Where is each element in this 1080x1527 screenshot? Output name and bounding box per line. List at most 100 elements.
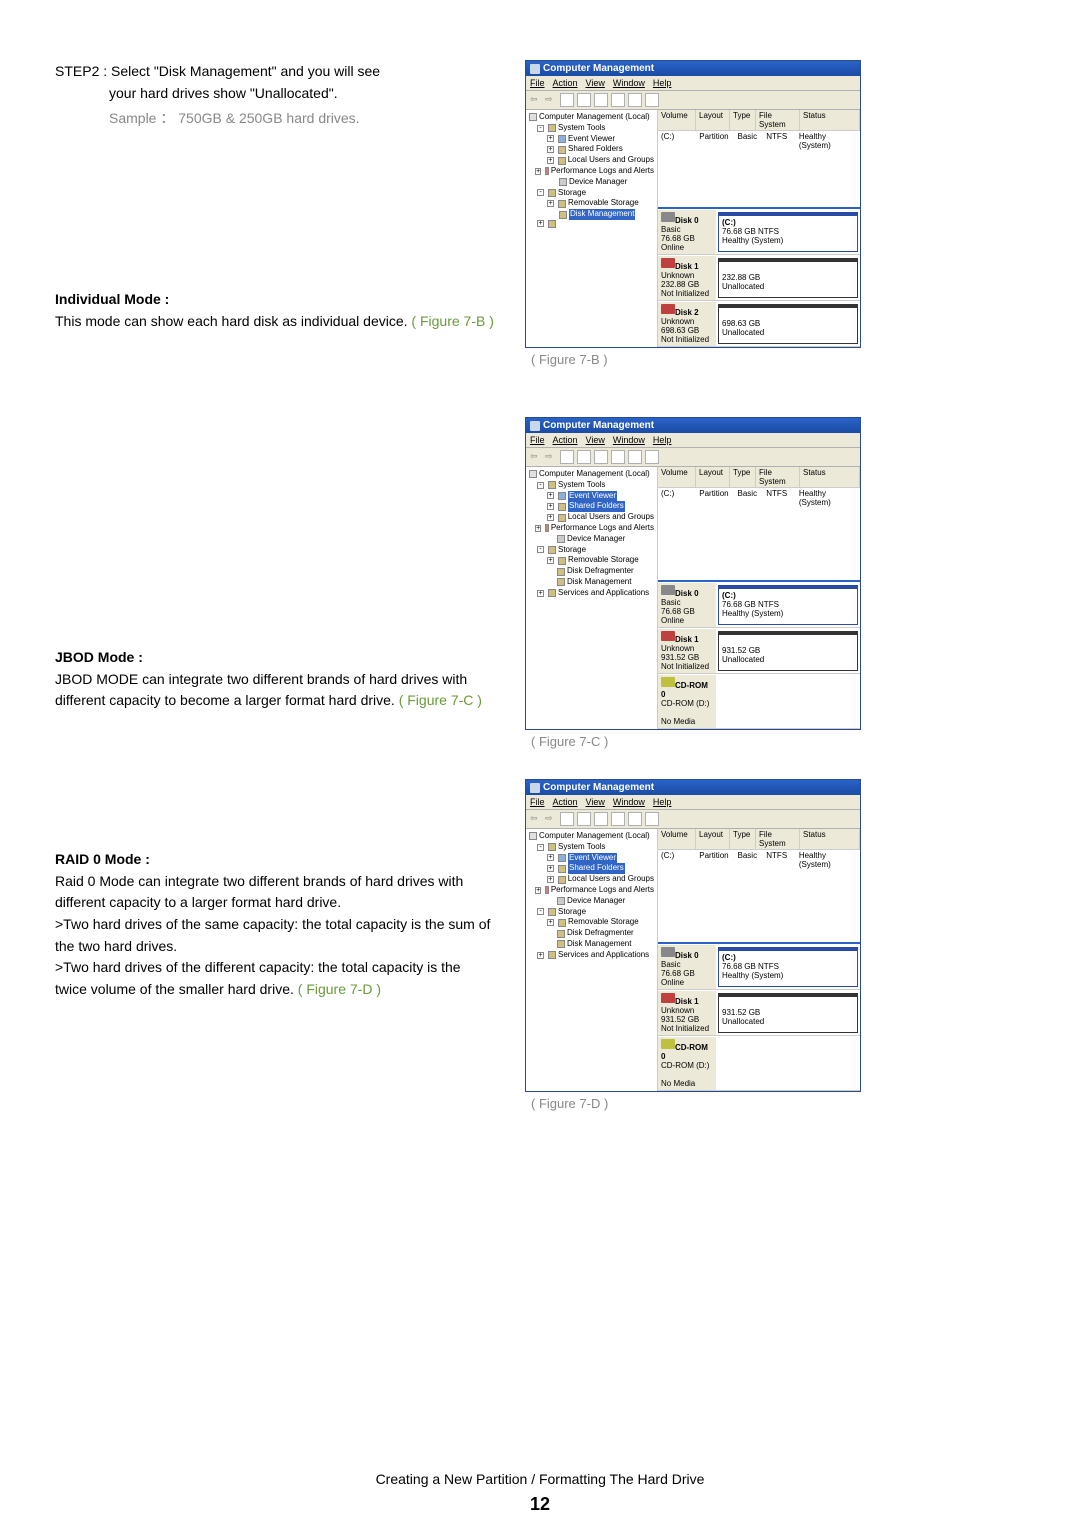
toolbar-button[interactable] xyxy=(611,812,625,826)
toolbar-button[interactable] xyxy=(645,812,659,826)
toolbar-button[interactable] xyxy=(611,93,625,107)
toolbar-button[interactable] xyxy=(560,812,574,826)
menu-action[interactable]: Action xyxy=(553,797,578,807)
individual-body: This mode can show each hard disk as ind… xyxy=(55,313,411,329)
menu-action[interactable]: Action xyxy=(553,435,578,445)
back-icon[interactable]: ⇦ xyxy=(530,451,542,463)
computer-management-window-c: Computer Management File Action View Win… xyxy=(525,417,861,730)
disk-0-block[interactable]: Disk 0Basic76.68 GBOnline (C:)76.68 GB N… xyxy=(658,582,860,628)
menu-window[interactable]: Window xyxy=(613,797,645,807)
tree-removable[interactable]: Removable Storage xyxy=(568,198,639,209)
menu-window[interactable]: Window xyxy=(613,435,645,445)
pc-icon xyxy=(529,113,537,121)
tree-event-viewer[interactable]: Event Viewer xyxy=(568,134,615,145)
back-icon[interactable]: ⇦ xyxy=(530,813,542,825)
menu-help[interactable]: Help xyxy=(653,797,672,807)
disk-1-block[interactable]: Disk 1Unknown931.52 GBNot Initialized 93… xyxy=(658,628,860,674)
jbod-fig: ( Figure 7-C ) xyxy=(399,692,482,708)
tree-disk-mgmt[interactable]: Disk Management xyxy=(569,209,635,220)
step2-line2: your hard drives show "Unallocated". xyxy=(55,82,495,104)
toolbar-button[interactable] xyxy=(628,93,642,107)
caption-c: ( Figure 7-C ) xyxy=(525,734,1025,749)
raid0-body2: >Two hard drives of the same capacity: t… xyxy=(55,916,490,954)
tree-systools[interactable]: System Tools xyxy=(558,123,605,134)
individual-heading: Individual Mode : xyxy=(55,291,169,307)
nav-tree[interactable]: Computer Management (Local) -System Tool… xyxy=(526,110,658,347)
folder-icon xyxy=(548,189,556,197)
nav-tree[interactable]: Computer Management (Local) -System Tool… xyxy=(526,467,658,729)
menu-action[interactable]: Action xyxy=(553,78,578,88)
folder-icon xyxy=(548,124,556,132)
tree-local-users[interactable]: Local Users and Groups xyxy=(568,155,654,166)
footer-heading: Creating a New Partition / Formatting Th… xyxy=(0,1471,1080,1487)
raid0-body3: >Two hard drives of the different capaci… xyxy=(55,959,461,997)
computer-management-window-b: Computer Management File Action View Win… xyxy=(525,60,861,348)
step2-line1: STEP2 : Select "Disk Management" and you… xyxy=(55,60,495,82)
menu-file[interactable]: File xyxy=(530,435,545,445)
raid0-fig: ( Figure 7-D ) xyxy=(298,981,381,997)
volume-header: Volume Layout Type File System Status xyxy=(658,110,860,131)
toolbar-button[interactable] xyxy=(628,450,642,464)
computer-management-window-d: Computer Management File Action View Win… xyxy=(525,779,861,1092)
tree-storage[interactable]: Storage xyxy=(558,188,586,199)
services-icon xyxy=(548,220,556,228)
toolbar-button[interactable] xyxy=(645,450,659,464)
disk-pane: Volume Layout Type File System Status (C… xyxy=(658,110,860,347)
toolbar-button[interactable] xyxy=(577,450,591,464)
jbod-heading: JBOD Mode : xyxy=(55,649,143,665)
forward-icon[interactable]: ⇨ xyxy=(545,94,557,106)
toolbar-button[interactable] xyxy=(560,93,574,107)
raid0-body1: Raid 0 Mode can integrate two different … xyxy=(55,873,463,911)
removable-icon xyxy=(558,200,566,208)
toolbar-button[interactable] xyxy=(594,450,608,464)
menu-bar[interactable]: File Action View Window Help xyxy=(526,76,860,91)
toolbar-button[interactable] xyxy=(645,93,659,107)
page-number: 12 xyxy=(0,1494,1080,1515)
individual-fig: ( Figure 7-B ) xyxy=(411,313,493,329)
disk-icon xyxy=(661,304,675,314)
disk-1-block[interactable]: Disk 1 Unknown 232.88 GB Not Initialized… xyxy=(658,255,860,301)
forward-icon[interactable]: ⇨ xyxy=(545,451,557,463)
forward-icon[interactable]: ⇨ xyxy=(545,813,557,825)
titlebar: Computer Management xyxy=(526,61,860,76)
toolbar-button[interactable] xyxy=(594,93,608,107)
caption-b: ( Figure 7-B ) xyxy=(525,352,1025,367)
nav-tree[interactable]: Computer Management (Local) -System Tool… xyxy=(526,829,658,1091)
step2-sample: Sample ： 750GB & 250GB hard drives. xyxy=(55,107,495,129)
menu-view[interactable]: View xyxy=(586,435,605,445)
back-icon[interactable]: ⇦ xyxy=(530,94,542,106)
app-icon xyxy=(530,64,540,74)
device-icon xyxy=(559,178,567,186)
tree-root[interactable]: Computer Management (Local) xyxy=(539,112,650,123)
disk-2-block[interactable]: Disk 2 Unknown 698.63 GB Not Initialized… xyxy=(658,301,860,347)
toolbar-button[interactable] xyxy=(577,93,591,107)
toolbar-button[interactable] xyxy=(577,812,591,826)
menu-view[interactable]: View xyxy=(586,78,605,88)
toolbar-button[interactable] xyxy=(594,812,608,826)
menu-file[interactable]: File xyxy=(530,78,545,88)
cdrom-block[interactable]: CD-ROM 0CD-ROM (D:)No Media xyxy=(658,674,860,729)
toolbar: ⇦ ⇨ xyxy=(526,91,860,110)
menu-help[interactable]: Help xyxy=(653,78,672,88)
tree-perf-logs[interactable]: Performance Logs and Alerts xyxy=(551,166,654,177)
users-icon xyxy=(558,157,566,165)
disk-0-block[interactable]: Disk 0Basic76.68 GBOnline (C:)76.68 GB N… xyxy=(658,944,860,990)
menu-help[interactable]: Help xyxy=(653,435,672,445)
toolbar-button[interactable] xyxy=(611,450,625,464)
toolbar-button[interactable] xyxy=(628,812,642,826)
cdrom-block[interactable]: CD-ROM 0CD-ROM (D:)No Media xyxy=(658,1036,860,1091)
disk-icon xyxy=(559,211,567,219)
menu-file[interactable]: File xyxy=(530,797,545,807)
raid0-heading: RAID 0 Mode : xyxy=(55,851,150,867)
tree-device-mgr[interactable]: Device Manager xyxy=(569,177,627,188)
toolbar-button[interactable] xyxy=(560,450,574,464)
volume-row[interactable]: (C:) Partition Basic NTFS Healthy (Syste… xyxy=(658,131,860,151)
disk-0-block[interactable]: Disk 0 Basic 76.68 GB Online (C:) 76.68 … xyxy=(658,209,860,255)
disk-icon xyxy=(661,212,675,222)
tree-shared-folders[interactable]: Shared Folders xyxy=(568,144,623,155)
menu-window[interactable]: Window xyxy=(613,78,645,88)
folder-icon xyxy=(558,146,566,154)
menu-view[interactable]: View xyxy=(586,797,605,807)
perf-icon xyxy=(545,167,549,175)
disk-1-block[interactable]: Disk 1Unknown931.52 GBNot Initialized 93… xyxy=(658,990,860,1036)
